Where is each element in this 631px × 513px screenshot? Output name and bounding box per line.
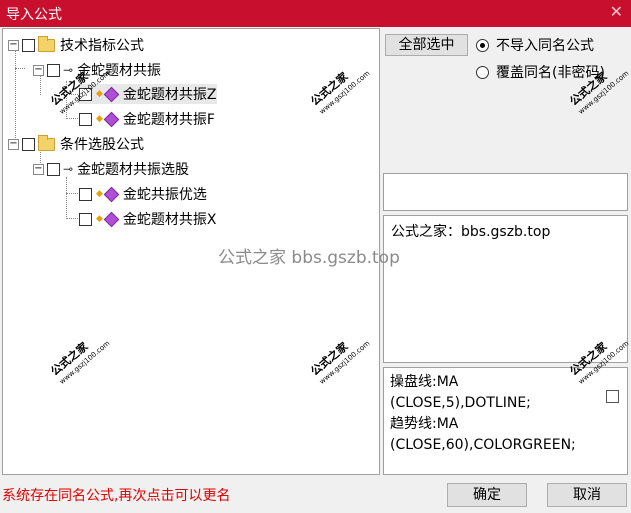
item-checkbox[interactable] bbox=[79, 187, 92, 201]
source-line: 趋势线:MA bbox=[390, 416, 459, 432]
tree-group-screening[interactable]: − 条件选股公式 bbox=[8, 134, 144, 154]
cancel-button[interactable]: 取消 bbox=[547, 483, 627, 507]
tree-item[interactable]: ◆ 金蛇共振优选 bbox=[79, 184, 207, 204]
tree-group-indicators[interactable]: − 技术指标公式 bbox=[8, 35, 144, 55]
password-field[interactable] bbox=[383, 173, 628, 211]
close-icon[interactable]: ✕ bbox=[610, 2, 623, 21]
tree-item[interactable]: ◆ 金蛇题材共振X bbox=[79, 209, 217, 229]
watermark-badge: 公式之家 www.gszj100.com bbox=[48, 339, 112, 386]
bullet-icon: ◆ bbox=[96, 89, 103, 99]
source-line: 操盘线:MA bbox=[390, 374, 459, 390]
select-all-button[interactable]: 全部选中 bbox=[385, 34, 468, 56]
group-screening-checkbox[interactable] bbox=[22, 137, 35, 151]
item-checkbox[interactable] bbox=[79, 212, 92, 226]
source-checkbox[interactable] bbox=[606, 390, 619, 403]
tree-label: 金蛇共振优选 bbox=[122, 187, 207, 203]
gem-icon bbox=[103, 186, 120, 202]
watermark-badge: 公式之家 www.gszj100.com bbox=[308, 339, 372, 386]
bullet-icon: ◆ bbox=[96, 214, 103, 224]
formula-checkbox[interactable] bbox=[47, 162, 60, 176]
formula-description: 公式之家：bbs.gszb.top bbox=[383, 215, 628, 363]
window-title: 导入公式 bbox=[6, 7, 62, 23]
radio-unchecked-icon[interactable] bbox=[476, 65, 489, 79]
radio-checked-icon[interactable] bbox=[476, 38, 489, 52]
overwrite-same-option[interactable]: 覆盖同名(非密码) bbox=[476, 62, 605, 82]
bullet-icon: ◆ bbox=[96, 189, 103, 199]
no-import-same-option[interactable]: 不导入同名公式 bbox=[476, 35, 594, 55]
ok-button[interactable]: 确定 bbox=[447, 483, 527, 507]
tree-label: 技术指标公式 bbox=[60, 38, 144, 54]
folder-icon bbox=[38, 134, 55, 151]
folder-icon bbox=[38, 35, 55, 52]
status-message: 系统存在同名公式,再次点击可以更名 bbox=[2, 488, 231, 504]
gem-icon bbox=[103, 211, 120, 227]
tree-label: 金蛇题材共振选股 bbox=[77, 162, 190, 178]
collapse-icon[interactable]: − bbox=[8, 138, 19, 150]
key-icon: ⊸ bbox=[63, 162, 74, 176]
tree-label: 金蛇题材共振F bbox=[122, 112, 215, 128]
collapse-icon[interactable]: − bbox=[33, 163, 44, 175]
tree-label: 金蛇题材共振X bbox=[122, 212, 217, 228]
watermark-text: 公式之家 bbs.gszb.top bbox=[218, 248, 400, 268]
source-line: (CLOSE,60),COLORGREEN; bbox=[390, 437, 576, 453]
bullet-icon: ◆ bbox=[96, 114, 103, 124]
title-bar: 导入公式 ✕ bbox=[0, 0, 631, 27]
formula-checkbox[interactable] bbox=[47, 63, 60, 77]
key-icon: ⊸ bbox=[63, 63, 74, 77]
tree-label: 条件选股公式 bbox=[60, 137, 144, 153]
description-text: 公式之家：bbs.gszb.top bbox=[391, 224, 551, 240]
source-line: (CLOSE,5),DOTLINE; bbox=[390, 395, 531, 411]
collapse-icon[interactable]: − bbox=[8, 39, 19, 51]
gem-icon bbox=[103, 111, 120, 127]
option-label: 不导入同名公式 bbox=[496, 38, 594, 54]
formula-source: 操盘线:MA (CLOSE,5),DOTLINE; 趋势线:MA (CLOSE,… bbox=[383, 367, 628, 475]
group-indicators-checkbox[interactable] bbox=[22, 38, 35, 52]
watermark-badge: 公式之家 www.gszj100.com bbox=[308, 69, 372, 116]
gem-icon bbox=[103, 86, 120, 102]
collapse-icon[interactable]: − bbox=[33, 64, 44, 76]
source-text: 操盘线:MA (CLOSE,5),DOTLINE; 趋势线:MA (CLOSE,… bbox=[390, 372, 576, 456]
tree-item[interactable]: ◆ 金蛇题材共振F bbox=[79, 109, 215, 129]
tree-formula-node[interactable]: − ⊸ 金蛇题材共振选股 bbox=[33, 159, 189, 179]
tree-label: 金蛇题材共振Z bbox=[122, 87, 217, 103]
import-dialog: − 技术指标公式 − ⊸ 金蛇题材共振 ◆ 金蛇题材共振Z ◆ 金蛇题材共振F … bbox=[0, 27, 631, 513]
item-checkbox[interactable] bbox=[79, 112, 92, 126]
